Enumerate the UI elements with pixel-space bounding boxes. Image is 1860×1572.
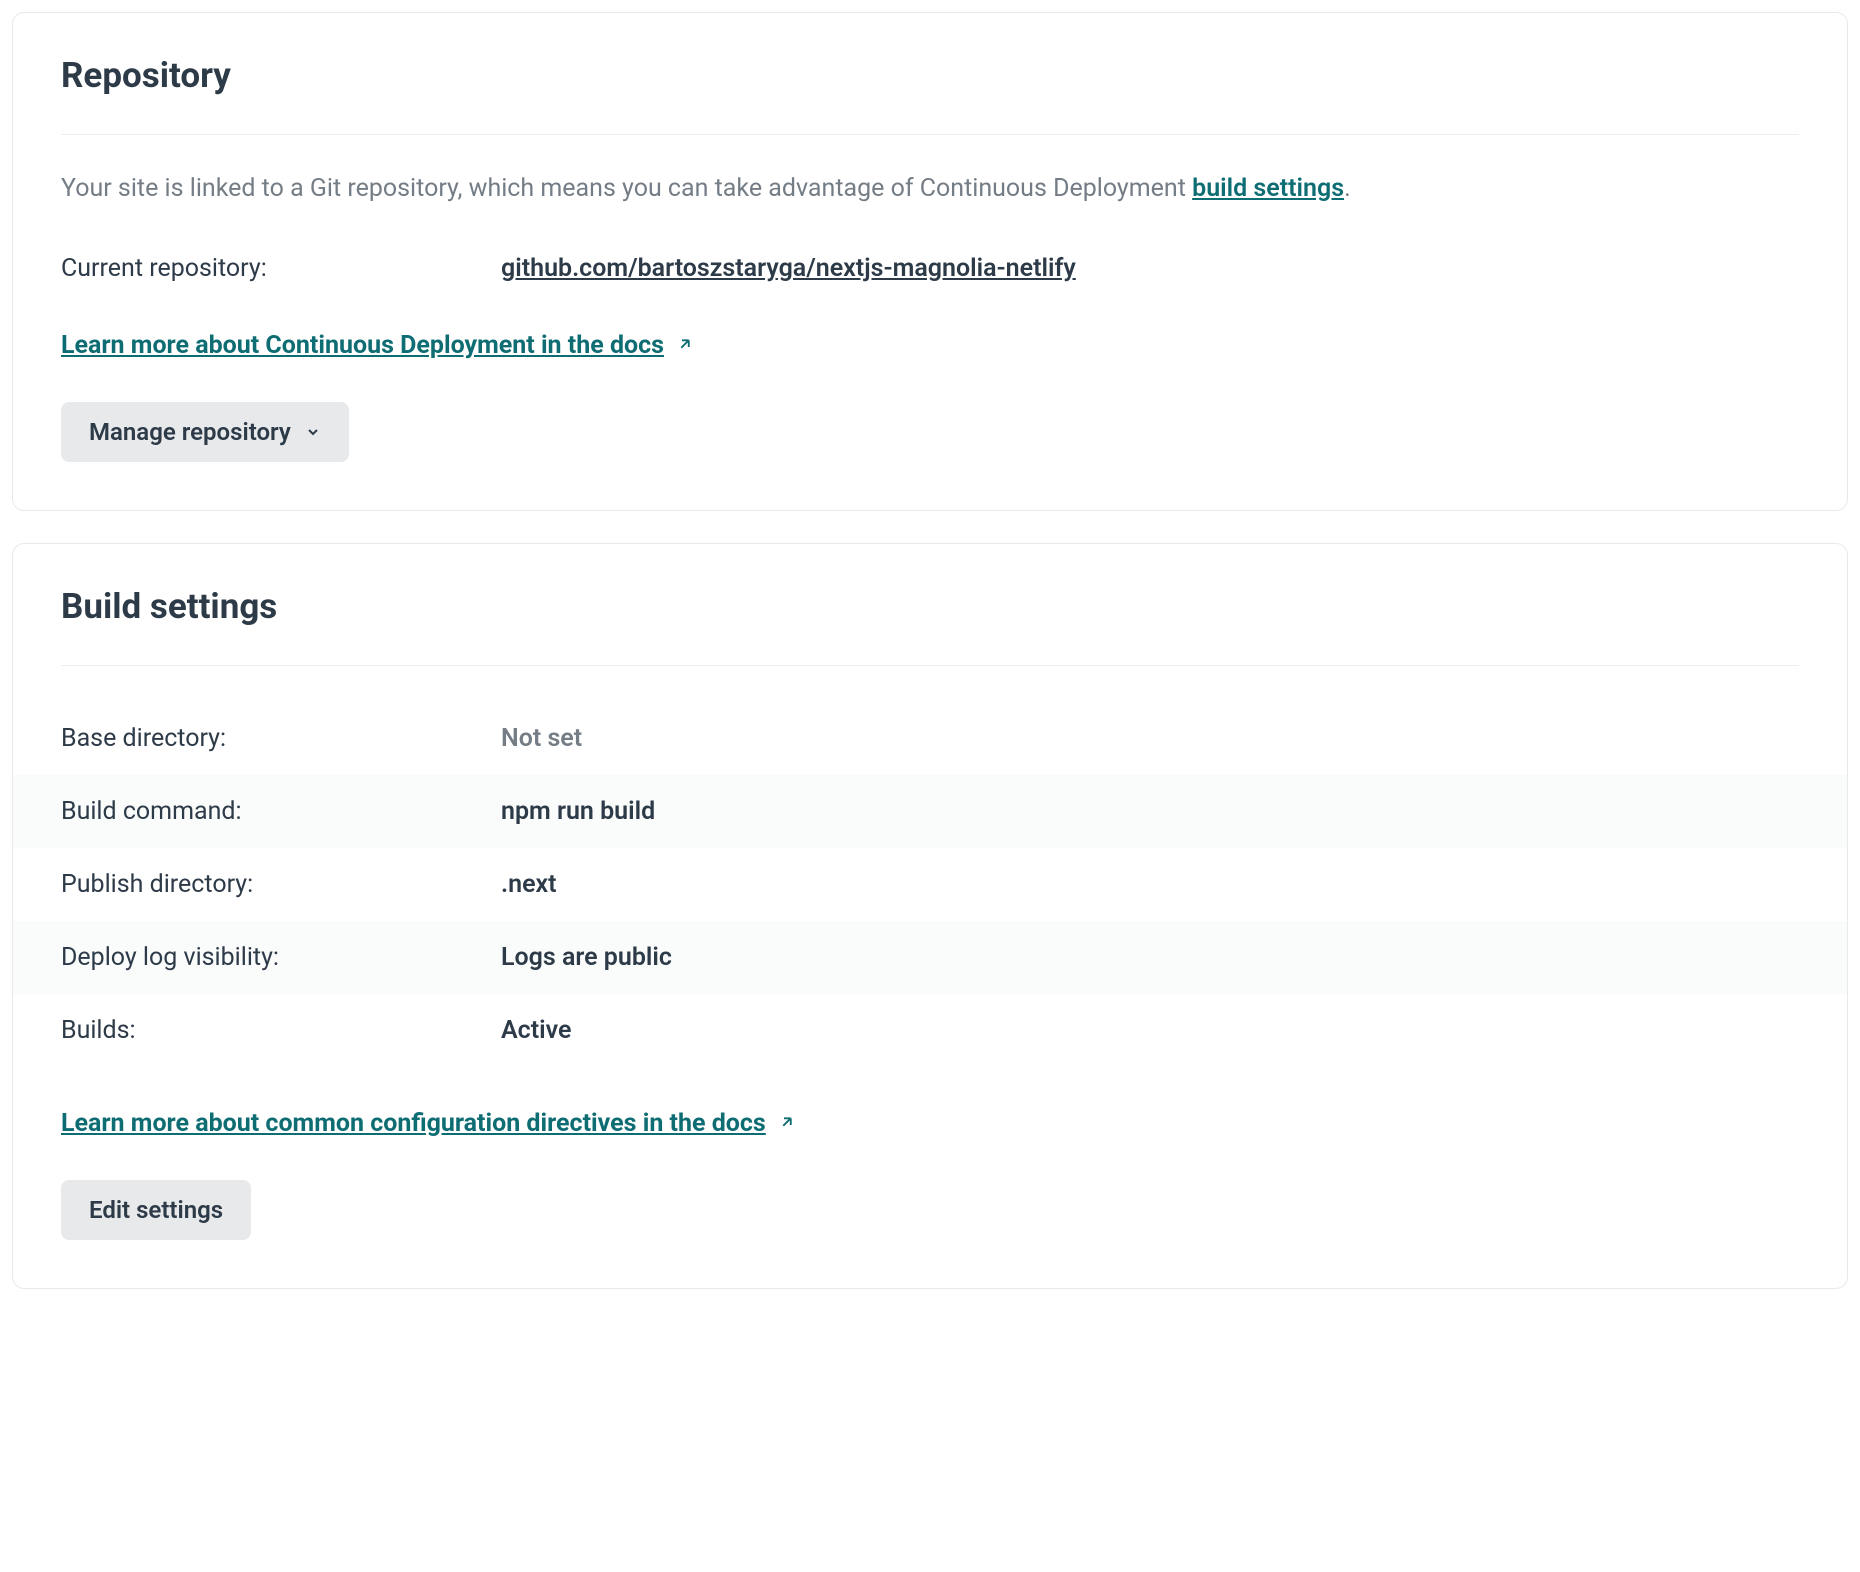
- table-row: Builds: Active: [13, 994, 1847, 1067]
- table-row: Publish directory: .next: [13, 848, 1847, 921]
- current-repository-label: Current repository:: [61, 254, 501, 283]
- description-suffix: .: [1344, 174, 1351, 203]
- build-command-value: npm run build: [501, 797, 655, 826]
- table-row: Deploy log visibility: Logs are public: [13, 921, 1847, 994]
- publish-directory-label: Publish directory:: [61, 870, 501, 899]
- continuous-deployment-docs-link[interactable]: Learn more about Continuous Deployment i…: [61, 331, 694, 360]
- edit-settings-button[interactable]: Edit settings: [61, 1180, 251, 1240]
- table-row: Build command: npm run build: [13, 775, 1847, 848]
- current-repository-link[interactable]: github.com/bartoszstaryga/nextjs-magnoli…: [501, 254, 1076, 283]
- manage-repository-label: Manage repository: [89, 418, 291, 446]
- base-directory-value: Not set: [501, 724, 582, 753]
- build-settings-link[interactable]: build settings: [1192, 174, 1344, 203]
- external-link-icon: [778, 1109, 796, 1138]
- description-prefix: Your site is linked to a Git repository,…: [61, 174, 1192, 203]
- repository-card: Repository Your site is linked to a Git …: [12, 12, 1848, 511]
- repository-title: Repository: [61, 55, 1799, 135]
- builds-label: Builds:: [61, 1016, 501, 1045]
- external-link-icon: [676, 331, 694, 360]
- build-command-label: Build command:: [61, 797, 501, 826]
- table-row: Base directory: Not set: [13, 702, 1847, 775]
- chevron-down-icon: [305, 418, 321, 446]
- deploy-log-visibility-value: Logs are public: [501, 943, 672, 972]
- configuration-directives-docs-link[interactable]: Learn more about common configuration di…: [61, 1109, 796, 1138]
- repository-description: Your site is linked to a Git repository,…: [61, 171, 1799, 206]
- builds-value: Active: [501, 1016, 571, 1045]
- edit-settings-label: Edit settings: [89, 1196, 223, 1224]
- current-repository-row: Current repository: github.com/bartoszst…: [61, 254, 1799, 283]
- deploy-log-visibility-label: Deploy log visibility:: [61, 943, 501, 972]
- base-directory-label: Base directory:: [61, 724, 501, 753]
- build-settings-table: Base directory: Not set Build command: n…: [13, 702, 1847, 1067]
- docs-link-text: Learn more about Continuous Deployment i…: [61, 331, 664, 360]
- publish-directory-value: .next: [501, 870, 557, 899]
- build-settings-card: Build settings Base directory: Not set B…: [12, 543, 1848, 1289]
- docs-link-text: Learn more about common configuration di…: [61, 1109, 766, 1138]
- build-settings-title: Build settings: [61, 586, 1799, 666]
- manage-repository-button[interactable]: Manage repository: [61, 402, 349, 462]
